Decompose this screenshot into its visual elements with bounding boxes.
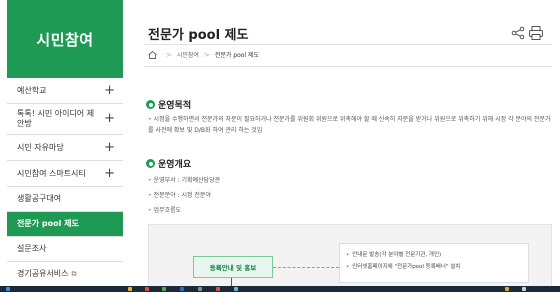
flow-detail-item: • 안내문 발송(각 분야별 전문기관, 개인) xyxy=(346,249,522,261)
sidebar-item-sharing-service[interactable]: 경기공유서비스 ⧉ xyxy=(7,262,123,286)
title-divider xyxy=(144,44,552,45)
list-bullet-icon: • xyxy=(346,252,350,258)
print-icon[interactable] xyxy=(528,25,544,41)
flow-detail-item: • 인터넷홈페이지에 "전문가pool 등록배너" 설치 xyxy=(346,261,522,273)
breadcrumb: > 시민참여 > 전문가 pool 제도 xyxy=(148,50,259,59)
sidebar-item-label: 시민참여 스마트시티 xyxy=(17,168,86,178)
overview-item-text: 전문분야 : 시정 전분야 xyxy=(153,192,211,199)
sidebar-item-label: 전문가 pool 제도 xyxy=(17,219,79,228)
external-link-icon: ⧉ xyxy=(71,270,77,278)
sidebar-item-label: 시민 자유마당 xyxy=(17,142,64,152)
plus-icon[interactable]: + xyxy=(104,167,115,180)
plus-icon[interactable]: + xyxy=(104,141,115,154)
plus-icon[interactable]: + xyxy=(104,84,115,97)
main-content: 전문가 pool 제도 > 시민참여 > 전문가 pool 제도 운영목적 • 시… xyxy=(130,0,555,286)
flow-connector xyxy=(273,267,339,268)
tray-icon[interactable] xyxy=(522,287,526,291)
section-heading-purpose: 운영목적 xyxy=(146,98,191,111)
weather-icon[interactable] xyxy=(505,287,509,291)
sidebar: 시민참여 예산학교 + 톡톡! 시민 아이디어 제안방 + 시민 자유마당 + … xyxy=(7,0,123,286)
os-taskbar xyxy=(0,286,560,292)
share-icon[interactable] xyxy=(511,26,525,40)
app-icon[interactable] xyxy=(216,287,220,291)
sidebar-item-expert-pool[interactable]: 전문가 pool 제도 xyxy=(7,212,123,237)
flow-step-box: 등록안내 및 홍보 xyxy=(193,256,273,278)
breadcrumb-separator: > xyxy=(166,50,172,59)
sidebar-item-smart-city[interactable]: 시민참여 스마트시티 + xyxy=(7,161,123,187)
sidebar-item-tool-rental[interactable]: 생활공구대여 xyxy=(7,187,123,212)
page-title: 전문가 pool 제도 xyxy=(148,28,249,43)
app-icon[interactable] xyxy=(198,287,202,291)
section-heading-text: 운영개요 xyxy=(158,160,192,170)
orange-bullet-icon: • xyxy=(148,192,152,199)
sidebar-item-idea-proposal[interactable]: 톡톡! 시민 아이디어 제안방 + xyxy=(7,104,123,135)
section-heading-text: 운영목적 xyxy=(158,101,192,111)
overview-item: • 업무흐름도 xyxy=(148,205,181,214)
sidebar-item-free-board[interactable]: 시민 자유마당 + xyxy=(7,135,123,161)
plus-icon[interactable]: + xyxy=(104,112,115,125)
sidebar-item-label: 설문조사 xyxy=(17,244,47,253)
file-explorer-icon[interactable] xyxy=(128,287,132,291)
workflow-diagram: 등록안내 및 홍보 • 안내문 발송(각 분야별 전문기관, 개인) • 인터넷홈페… xyxy=(148,224,552,286)
list-bullet-icon: • xyxy=(346,264,350,270)
app-icon[interactable] xyxy=(234,287,238,291)
flow-detail-text: 인터넷홈페이지에 "전문가pool 등록배너" 설치 xyxy=(352,264,461,270)
purpose-body: 시정을 수행하면서 전문가의 자문이 필요하거나 전문가를 위원회 위원으로 위… xyxy=(148,116,551,134)
purpose-text: • 시정을 수행하면서 전문가의 자문이 필요하거나 전문가를 위원회 위원으로 … xyxy=(148,114,553,136)
sidebar-item-survey[interactable]: 설문조사 xyxy=(7,237,123,262)
orange-bullet-icon: • xyxy=(148,207,152,214)
sidebar-item-budget-school[interactable]: 예산학교 + xyxy=(7,78,123,104)
section-bullet-icon xyxy=(146,100,155,109)
home-icon[interactable] xyxy=(148,50,157,59)
flow-arrow-line xyxy=(231,278,232,286)
app-icon[interactable] xyxy=(162,287,166,291)
flow-detail-text: 안내문 발송(각 분야별 전문기관, 개인) xyxy=(352,252,442,258)
overview-item-text: 업무흐름도 xyxy=(153,207,182,214)
sidebar-item-label: 예산학교 xyxy=(17,85,47,95)
breadcrumb-separator: > xyxy=(203,50,210,59)
overview-item: • 전문분야 : 시정 전분야 xyxy=(148,190,211,199)
overview-item-text: 운영부서 : 기획예산담당관 xyxy=(153,177,221,184)
section-bullet-icon xyxy=(146,159,155,168)
app-icon[interactable] xyxy=(180,287,184,291)
breadcrumb-current: 전문가 pool 제도 xyxy=(214,52,260,59)
orange-bullet-icon: • xyxy=(148,177,152,184)
start-icon[interactable] xyxy=(6,287,10,291)
orange-bullet-icon: • xyxy=(148,116,152,123)
sidebar-item-label: 생활공구대여 xyxy=(17,194,62,203)
sidebar-header: 시민참여 xyxy=(7,0,123,78)
sidebar-item-label: 경기공유서비스 xyxy=(17,269,69,278)
breadcrumb-divider xyxy=(144,66,552,67)
breadcrumb-item[interactable]: 시민참여 xyxy=(177,50,199,59)
section-heading-overview: 운영개요 xyxy=(146,157,191,170)
browser-icon[interactable] xyxy=(145,287,149,291)
sidebar-item-label: 톡톡! 시민 아이디어 제안방 xyxy=(17,109,95,128)
overview-item: • 운영부서 : 기획예산담당관 xyxy=(148,175,220,184)
flow-detail-box: • 안내문 발송(각 분야별 전문기관, 개인) • 인터넷홈페이지에 "전문가po… xyxy=(339,243,529,283)
